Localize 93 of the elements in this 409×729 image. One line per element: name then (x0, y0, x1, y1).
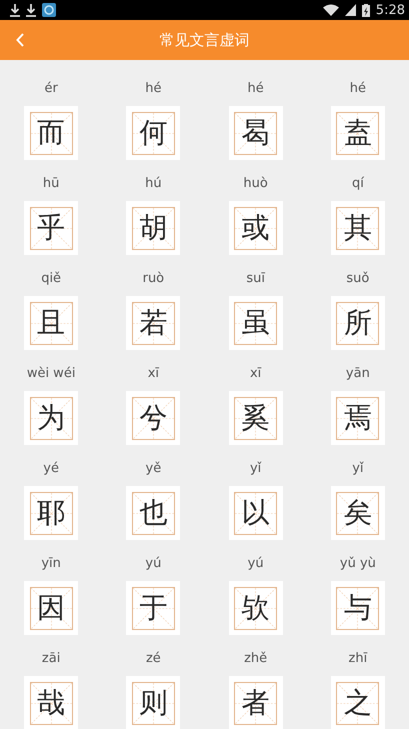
pinyin-label: yīn (41, 555, 61, 573)
character-card[interactable]: 乎 (24, 201, 78, 255)
download-icon (10, 4, 20, 16)
pinyin-label: ér (44, 80, 58, 98)
pinyin-label: zāi (42, 650, 60, 668)
pinyin-label: huò (243, 175, 268, 193)
hanzi-character: 因 (37, 592, 66, 624)
hanzi-character: 而 (37, 117, 66, 149)
character-card[interactable]: 与 (330, 581, 385, 635)
character-card[interactable]: 为 (24, 391, 78, 445)
hanzi-character: 欤 (242, 592, 270, 624)
character-card[interactable]: 于 (126, 581, 180, 635)
character-card[interactable]: 盍 (330, 106, 385, 160)
pinyin-label: hū (42, 175, 60, 193)
hanzi-character: 或 (242, 212, 270, 244)
download-icon (26, 4, 36, 16)
character-card[interactable]: 兮 (126, 391, 180, 445)
character-card[interactable]: 者 (228, 676, 283, 729)
character-card[interactable]: 或 (228, 201, 283, 255)
hanzi-character: 兮 (139, 402, 168, 434)
hanzi-character: 胡 (139, 212, 168, 244)
hanzi-character: 其 (344, 212, 372, 244)
battery-icon (362, 4, 370, 16)
app-icon (42, 3, 56, 17)
hanzi-character: 盍 (344, 117, 372, 149)
pinyin-label: hé (145, 80, 162, 98)
character-card[interactable]: 而 (24, 106, 78, 160)
character-card[interactable]: 以 (228, 486, 283, 540)
pinyin-label: xī (250, 365, 262, 383)
character-card[interactable]: 焉 (330, 391, 385, 445)
pinyin-label: yú (248, 555, 264, 573)
hanzi-character: 哉 (37, 687, 66, 719)
signal-icon (344, 4, 356, 16)
hanzi-character: 与 (344, 592, 372, 624)
character-card[interactable]: 哉 (24, 676, 78, 729)
hanzi-character: 且 (37, 307, 66, 339)
character-card[interactable]: 何 (126, 106, 180, 160)
hanzi-character: 则 (139, 687, 168, 719)
hanzi-character: 以 (242, 497, 270, 529)
character-card[interactable]: 若 (126, 296, 180, 350)
hanzi-character: 焉 (344, 402, 372, 434)
pinyin-label: yǔ yù (340, 555, 376, 573)
character-card[interactable]: 之 (330, 676, 385, 729)
hanzi-character: 曷 (242, 117, 270, 149)
page-title: 常见文言虚词 (160, 30, 250, 50)
hanzi-character: 耶 (37, 497, 66, 529)
character-card[interactable]: 所 (330, 296, 385, 350)
hanzi-character: 者 (242, 687, 270, 719)
hanzi-character: 于 (139, 592, 168, 624)
pinyin-label: qí (352, 175, 364, 193)
character-card[interactable]: 矣 (330, 486, 385, 540)
pinyin-label: wèi wéi (26, 365, 76, 383)
hanzi-character: 奚 (242, 402, 270, 434)
hanzi-character: 何 (139, 117, 168, 149)
character-card[interactable]: 因 (24, 581, 78, 635)
character-card[interactable]: 耶 (24, 486, 78, 540)
pinyin-label: qiě (41, 270, 62, 288)
pinyin-label: zé (146, 650, 161, 668)
character-card[interactable]: 其 (330, 201, 385, 255)
pinyin-label: xī (148, 365, 160, 383)
pinyin-label: hé (248, 80, 264, 98)
character-card[interactable]: 虽 (228, 296, 283, 350)
character-card[interactable]: 胡 (126, 201, 180, 255)
hanzi-character: 也 (139, 497, 168, 529)
pinyin-label: yān (346, 365, 370, 383)
pinyin-label: ruò (142, 270, 164, 288)
pinyin-label: zhě (244, 650, 268, 668)
pinyin-label: yé (43, 460, 59, 478)
pinyin-label: suī (246, 270, 265, 288)
character-card[interactable]: 曷 (228, 106, 283, 160)
hanzi-character: 虽 (242, 307, 270, 339)
pinyin-label: zhī (348, 650, 368, 668)
pinyin-label: hú (145, 175, 162, 193)
hanzi-character: 为 (37, 402, 66, 434)
character-card[interactable]: 也 (126, 486, 180, 540)
character-card[interactable]: 且 (24, 296, 78, 350)
hanzi-character: 之 (344, 687, 372, 719)
wifi-icon (322, 4, 339, 16)
hanzi-character: 矣 (344, 497, 372, 529)
pinyin-label: yǐ (250, 460, 262, 478)
character-card[interactable]: 欤 (228, 581, 283, 635)
status-time: 5:28 (376, 2, 405, 18)
pinyin-label: hé (350, 80, 366, 98)
character-card[interactable]: 奚 (228, 391, 283, 445)
character-card[interactable]: 则 (126, 676, 180, 729)
pinyin-label: yǐ (352, 460, 364, 478)
back-icon[interactable] (16, 33, 24, 47)
hanzi-character: 所 (344, 307, 372, 339)
hanzi-character: 乎 (37, 212, 66, 244)
pinyin-label: yú (145, 555, 162, 573)
pinyin-label: yě (146, 460, 162, 478)
hanzi-character: 若 (139, 307, 168, 339)
pinyin-label: suǒ (346, 270, 370, 288)
